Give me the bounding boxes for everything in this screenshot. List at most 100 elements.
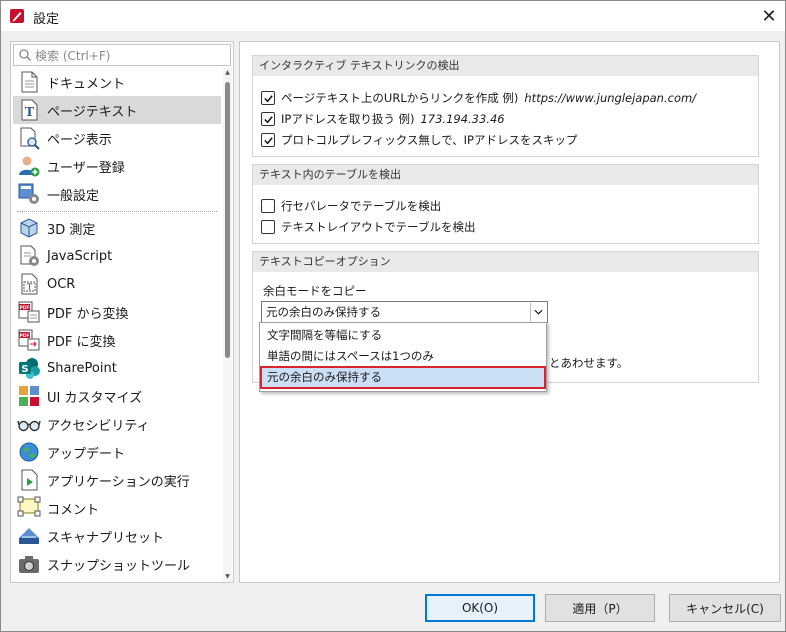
script-gear-icon — [20, 245, 39, 266]
ok-button[interactable]: OK(O) — [425, 594, 535, 622]
cancel-button[interactable]: キャンセル(C) — [669, 594, 781, 622]
category-scrollbar[interactable]: ▲ ▼ — [223, 68, 232, 582]
check-icon — [263, 136, 273, 144]
nav-item-label: SharePoint — [47, 360, 117, 376]
nav-item-3d-measure[interactable]: 3D 測定 — [13, 214, 221, 242]
option-row-separator[interactable]: 行セパレータでテーブルを検出 — [261, 196, 441, 216]
nav-item-label: アップデート — [47, 446, 126, 462]
settings-content: インタラクティブ テキストリンクの検出 ページテキスト上のURLからリンクを作成… — [239, 41, 780, 583]
dropdown-option-equal-spacing[interactable]: 文字間隔を等幅にする — [261, 325, 545, 346]
pdf-convert-from-icon: PDF — [18, 301, 40, 323]
option-label: プロトコルプレフィックス無しで、IPアドレスをスキップ — [281, 133, 578, 147]
select-value: 元の余白のみ保持する — [266, 305, 381, 319]
group-header: インタラクティブ テキストリンクの検出 — [253, 56, 758, 76]
checkbox[interactable] — [261, 199, 275, 213]
checkbox[interactable] — [261, 133, 275, 147]
nav-item-label: スナップショットツール — [47, 558, 191, 574]
nav-item-label: PDF に変換 — [47, 334, 116, 350]
whitespace-mode-select[interactable]: 元の余白のみ保持する — [261, 301, 548, 323]
nav-item-document[interactable]: ドキュメント — [13, 68, 221, 96]
globe-icon — [19, 442, 39, 462]
nav-item-javascript[interactable]: JavaScript — [13, 242, 221, 270]
settings-dialog: 設定 ✕ 検索 (Ctrl+F) ドキュメント T ページテキスト ページ表示 — [0, 0, 786, 632]
nav-item-user-registration[interactable]: ユーザー登録 — [13, 152, 221, 180]
checkbox[interactable] — [261, 91, 275, 105]
nav-item-sharepoint[interactable]: S SharePoint — [13, 354, 221, 382]
checkbox[interactable] — [261, 220, 275, 234]
nav-item-comment[interactable]: コメント — [13, 494, 221, 522]
dropdown-option-single-space[interactable]: 単語の間にはスペースは1つのみ — [261, 346, 545, 367]
close-icon: ✕ — [761, 5, 777, 27]
document-icon — [21, 71, 38, 93]
nav-item-label: UI カスタマイズ — [47, 390, 143, 406]
nav-item-page-view[interactable]: ページ表示 — [13, 124, 221, 152]
nav-item-convert-to-pdf[interactable]: PDF PDF に変換 — [13, 326, 221, 354]
option-skip-ip-no-prefix[interactable]: プロトコルプレフィックス無しで、IPアドレスをスキップ — [261, 130, 577, 150]
whitespace-mode-dropdown: 文字間隔を等幅にする 単語の間にはスペースは1つのみ 元の余白のみ保持する — [259, 322, 547, 392]
nav-item-label: スキャナプリセット — [47, 530, 165, 546]
nav-item-scanner-preset[interactable]: スキャナプリセット — [13, 522, 221, 550]
nav-item-snapshot-tool[interactable]: スナップショットツール — [13, 550, 221, 578]
option-label: テキストレイアウトでテーブルを検出 — [281, 220, 476, 234]
title-bar[interactable]: 設定 ✕ — [1, 1, 785, 31]
svg-text:PDF: PDF — [19, 305, 29, 311]
search-input[interactable]: 検索 (Ctrl+F) — [13, 44, 231, 66]
scanner-icon — [19, 528, 39, 544]
nav-item-general-settings[interactable]: 一般設定 — [13, 180, 221, 208]
nav-item-ui-customize[interactable]: UI カスタマイズ — [13, 382, 221, 410]
close-button[interactable]: ✕ — [753, 1, 785, 31]
scroll-down-arrow-icon[interactable]: ▼ — [223, 572, 232, 582]
option-example: 173.194.33.46 — [420, 112, 505, 126]
window-title: 設定 — [33, 12, 60, 27]
group-header: テキスト内のテーブルを検出 — [253, 165, 758, 185]
nav-item-label: 一般設定 — [47, 188, 100, 204]
nav-item-ocr[interactable]: T OCR — [13, 270, 221, 298]
option-ip-address[interactable]: IPアドレスを取り扱う 例) 173.194.33.46 — [261, 109, 505, 129]
checkbox[interactable] — [261, 112, 275, 126]
nav-item-run-application[interactable]: アプリケーションの実行 — [13, 466, 221, 494]
general-settings-icon — [18, 183, 39, 204]
svg-text:PDF: PDF — [19, 333, 29, 339]
search-placeholder: 検索 (Ctrl+F) — [35, 48, 111, 63]
scroll-up-arrow-icon[interactable]: ▲ — [223, 68, 232, 78]
text-icon: T — [21, 99, 38, 121]
sharepoint-icon: S — [19, 358, 40, 379]
nav-item-accessibility[interactable]: アクセシビリティ — [13, 410, 221, 438]
nav-item-label: ページテキスト — [47, 104, 138, 120]
option-example: https://www.junglejapan.com/ — [524, 91, 697, 105]
nav-item-label: JavaScript — [47, 248, 113, 264]
link-detection-group: インタラクティブ テキストリンクの検出 ページテキスト上のURLからリンクを作成… — [252, 55, 759, 157]
dropdown-option-keep-original[interactable]: 元の余白のみ保持する — [260, 366, 546, 389]
nav-item-convert-from-pdf[interactable]: PDF PDF から変換 — [13, 298, 221, 326]
page-view-icon — [20, 127, 40, 150]
ocr-icon: T — [21, 273, 38, 295]
nav-item-page-text[interactable]: T ページテキスト — [13, 96, 221, 124]
nav-item-label: アクセシビリティ — [47, 418, 150, 434]
scroll-thumb[interactable] — [225, 82, 230, 358]
nav-item-label: ページ表示 — [47, 132, 112, 148]
cube-icon — [20, 218, 38, 238]
chevron-down-icon[interactable] — [530, 303, 546, 321]
option-url-links[interactable]: ページテキスト上のURLからリンクを作成 例) https://www.jung… — [261, 88, 696, 108]
check-icon — [263, 115, 273, 123]
option-label: IPアドレスを取り扱う 例) — [281, 112, 415, 126]
nav-item-label: ドキュメント — [47, 76, 126, 92]
nav-item-label: PDF から変換 — [47, 306, 129, 322]
option-label: ページテキスト上のURLからリンクを作成 例) — [281, 91, 519, 105]
app-run-icon — [21, 469, 38, 491]
nav-item-update[interactable]: アップデート — [13, 438, 221, 466]
comment-icon — [17, 496, 41, 517]
app-logo-icon — [9, 8, 25, 24]
search-icon — [19, 49, 32, 62]
description-text: とあわせます。 — [549, 356, 629, 370]
option-text-layout[interactable]: テキストレイアウトでテーブルを検出 — [261, 217, 475, 237]
apply-button[interactable]: 適用（P） — [545, 594, 655, 622]
pdf-convert-to-icon: PDF — [18, 329, 40, 351]
svg-text:T: T — [25, 105, 34, 119]
camera-icon — [19, 556, 39, 573]
whitespace-mode-label: 余白モードをコピー — [263, 284, 367, 298]
ui-customize-icon — [19, 386, 39, 406]
check-icon — [263, 94, 273, 102]
category-panel: 検索 (Ctrl+F) ドキュメント T ページテキスト ページ表示 ユーザー登… — [10, 41, 234, 583]
nav-item-label: アプリケーションの実行 — [47, 474, 190, 490]
